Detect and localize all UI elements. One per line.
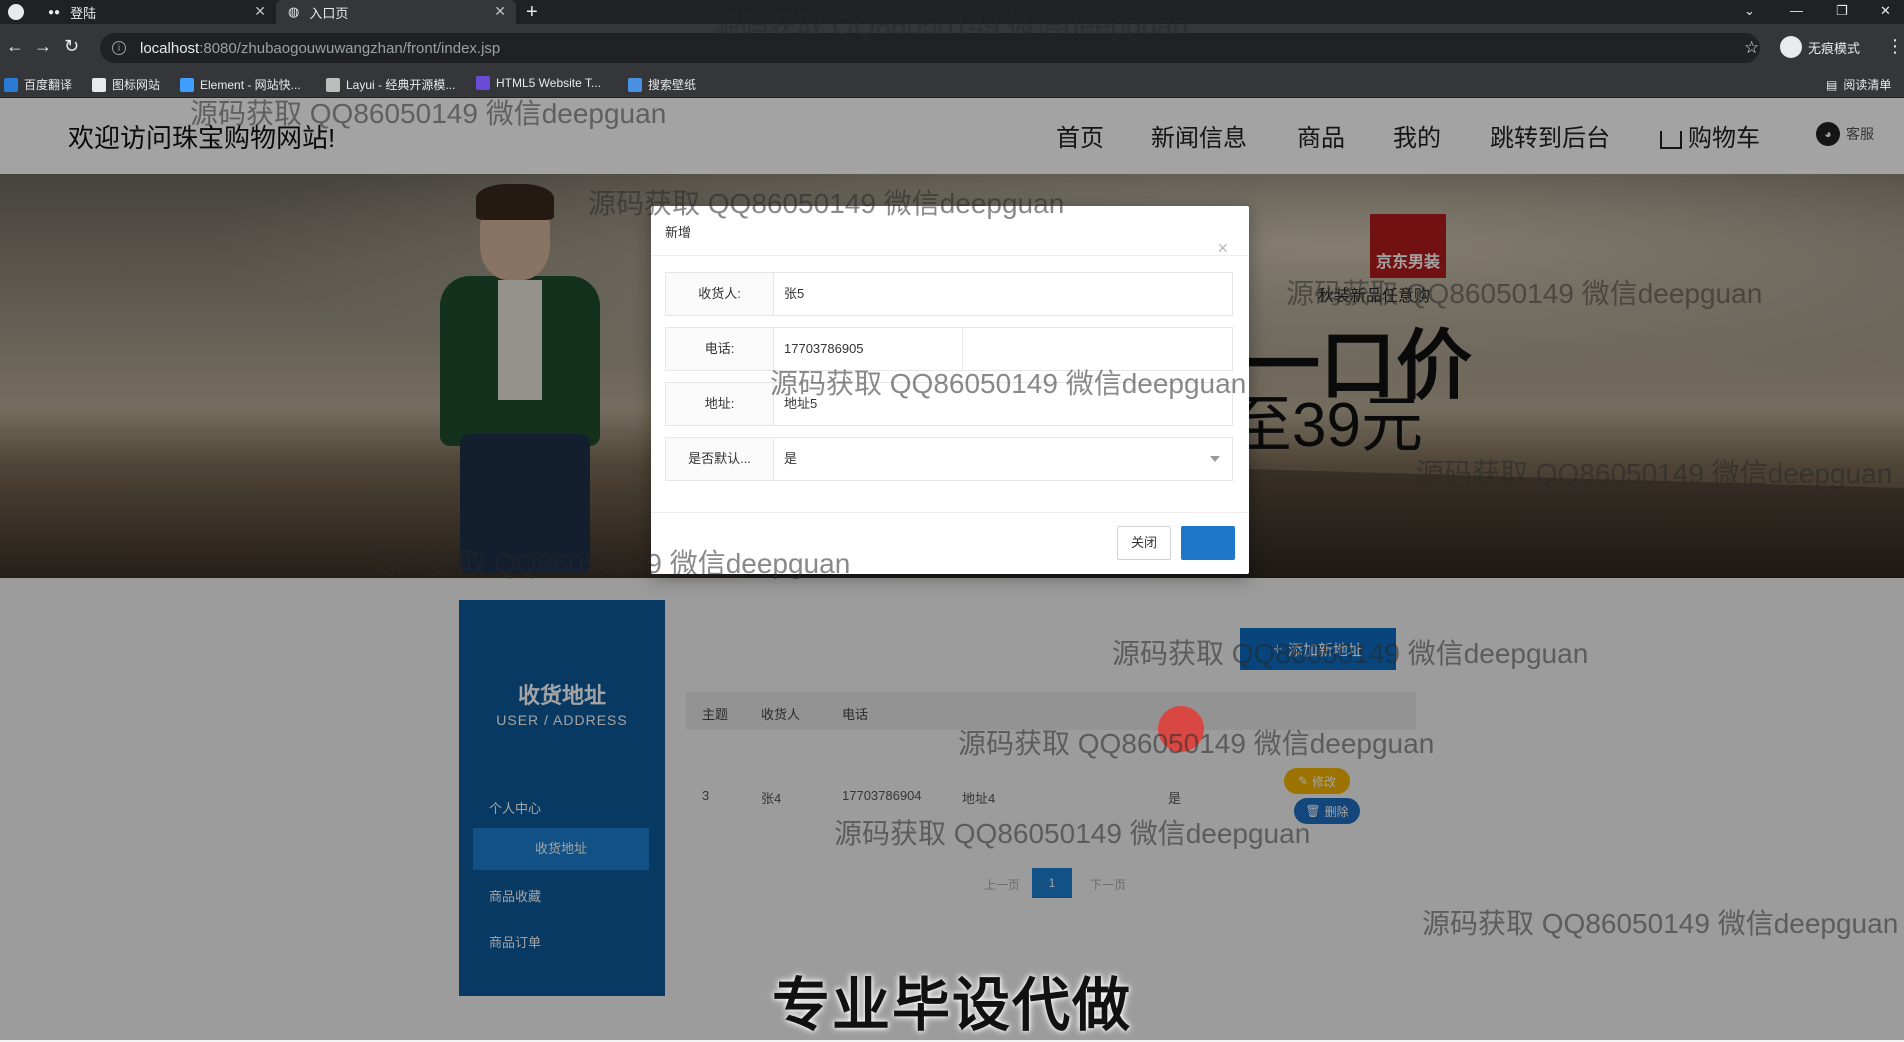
close-button[interactable]: 关闭 <box>1117 526 1171 560</box>
chevron-down-icon <box>1210 456 1220 462</box>
tab-close-icon[interactable]: ✕ <box>254 3 266 20</box>
reload-icon[interactable]: ↻ <box>64 36 79 57</box>
bookmark-label: 搜索壁纸 <box>648 78 697 92</box>
html5-icon <box>476 76 490 90</box>
reading-list-label: 阅读清单 <box>1843 78 1892 92</box>
flag-icon <box>92 77 106 92</box>
element-icon <box>180 77 194 92</box>
tab-entry-page[interactable]: ◍ 入口页 ✕ <box>276 0 516 24</box>
default-label: 是否默认... <box>666 438 774 480</box>
consignee-input[interactable]: 张5 <box>774 273 1232 315</box>
dialog-close-icon[interactable]: ✕ <box>1217 240 1229 257</box>
window-close-icon[interactable]: ✕ <box>1880 0 1891 24</box>
watermark: 源码获取 QQ86050149 微信deepguan <box>1422 908 1899 939</box>
tab-label: 登陆 <box>70 5 97 21</box>
bookmark-star-icon[interactable]: ☆ <box>1744 38 1759 58</box>
bookmark-label: 百度翻译 <box>24 78 73 92</box>
dialog-footer-divider <box>651 512 1249 513</box>
back-icon[interactable]: ← <box>6 36 24 57</box>
bookmark-label: Element - 网站快... <box>200 78 301 92</box>
bookmark-item[interactable]: 图标网站 <box>92 76 160 93</box>
watermark: 源码获取 QQ86050149 微信deepguan <box>958 728 1435 759</box>
bookmark-item[interactable]: HTML5 Website T... <box>476 76 601 90</box>
watermark: 源码获取 QQ86050149 微信deepguan <box>712 10 1189 41</box>
reading-list[interactable]: ▤ 阅读清单 <box>1826 76 1891 93</box>
reading-list-icon: ▤ <box>1826 77 1838 92</box>
incognito-indicator[interactable]: 无痕模式 <box>1780 36 1860 58</box>
watermark: 源码获取 QQ86050149 微信deepguan <box>834 818 1311 849</box>
default-select-value: 是 <box>784 451 798 466</box>
video-caption: 专业毕设代做 <box>771 973 1132 1038</box>
bookmark-label: HTML5 Website T... <box>496 76 601 90</box>
watermark: 源码获取 QQ86050149 微信deepguan <box>1286 278 1763 309</box>
phone-label: 电话: <box>666 328 774 370</box>
forward-icon[interactable]: → <box>34 36 52 57</box>
url-path: :8080/zhubaogouwuwangzhan/front/index.js… <box>199 39 501 57</box>
default-select[interactable]: 是 <box>774 438 1232 480</box>
translate-icon <box>4 77 18 92</box>
bookmark-item[interactable]: Layui - 经典开源模... <box>326 76 455 93</box>
dialog-title: 新增 <box>665 225 692 240</box>
browser-menu-icon[interactable]: ⋮ <box>1886 36 1904 57</box>
form-row-default: 是否默认... 是 <box>665 437 1233 481</box>
bookmark-item[interactable]: Element - 网站快... <box>180 76 301 93</box>
layui-icon <box>326 77 340 92</box>
bookmark-item[interactable]: 百度翻译 <box>4 76 72 93</box>
watermark: 源码获取 QQ86050149 微信deepguan <box>190 98 667 129</box>
address-label: 地址: <box>666 383 774 425</box>
minimize-icon[interactable]: — <box>1790 0 1803 24</box>
info-icon[interactable]: i <box>112 41 126 55</box>
watermark: 源码获取 QQ86050149 微信deepguan <box>1416 458 1893 489</box>
submit-button[interactable]: 提交 <box>1181 526 1235 560</box>
form-row-consignee: 收货人: 张5 <box>665 272 1233 316</box>
browser-logo-icon <box>8 4 24 20</box>
bookmark-label: 图标网站 <box>112 78 161 92</box>
watermark: 源码获取 QQ86050149 微信deepguan <box>1112 638 1589 669</box>
new-tab-icon[interactable]: + <box>526 0 538 24</box>
tab-close-icon[interactable]: ✕ <box>494 3 506 20</box>
watermark: 源码获取 QQ86050149 微信deepguan <box>588 188 1065 219</box>
bookmark-label: Layui - 经典开源模... <box>346 78 456 92</box>
bookmark-item[interactable]: 搜索壁纸 <box>628 76 696 93</box>
globe-icon: ◍ <box>288 4 300 19</box>
tab-label: 入口页 <box>309 5 349 21</box>
url-host: localhost <box>140 39 200 57</box>
tab-login[interactable]: ●● 登陆 ✕ <box>36 0 276 24</box>
watermark: 源码获取 QQ86050149 微信deepguan <box>770 368 1247 399</box>
tab-search-icon[interactable]: ⌄ <box>1744 0 1755 24</box>
restore-icon[interactable]: ❐ <box>1836 0 1848 24</box>
incognito-icon <box>1780 36 1802 58</box>
watermark: 源码获取 QQ86050149 微信deepguan <box>374 548 851 579</box>
tab-favicon-icon: ●● <box>48 6 61 18</box>
incognito-label: 无痕模式 <box>1808 40 1861 56</box>
consignee-label: 收货人: <box>666 273 774 315</box>
wallpaper-icon <box>628 77 642 92</box>
